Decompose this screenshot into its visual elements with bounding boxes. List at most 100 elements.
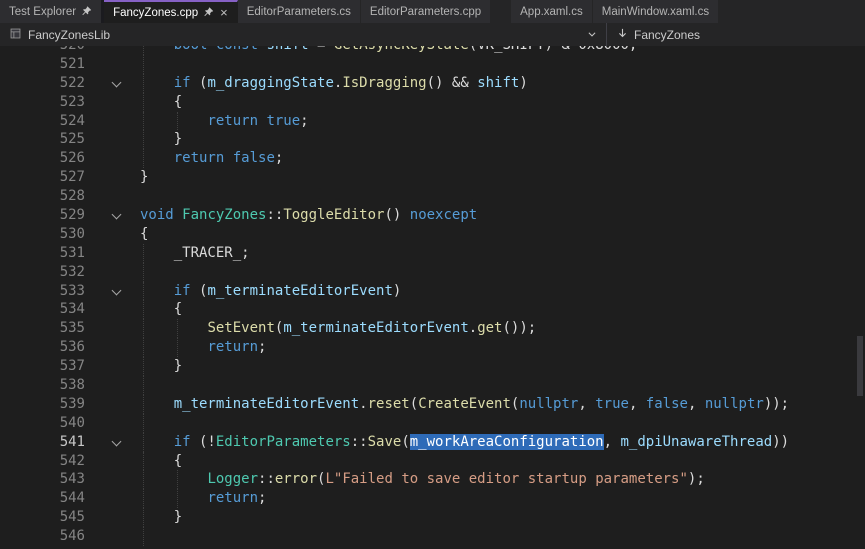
- code-text[interactable]: m_terminateEditorEvent.reset(CreateEvent…: [140, 395, 855, 414]
- token-pl: ;: [258, 490, 266, 506]
- line-number[interactable]: 543: [0, 470, 88, 489]
- close-icon[interactable]: ×: [220, 6, 228, 19]
- pin-icon[interactable]: [81, 6, 92, 17]
- token-pl: );: [688, 471, 705, 487]
- line-number[interactable]: 524: [0, 112, 88, 131]
- fold-margin: [88, 470, 140, 489]
- code-text[interactable]: return true;: [140, 112, 855, 131]
- tab-EditorParameters.cpp[interactable]: EditorParameters.cpp: [361, 0, 491, 23]
- fold-margin: [88, 300, 140, 319]
- code-text[interactable]: [140, 187, 855, 206]
- code-text[interactable]: SetEvent(m_terminateEditorEvent.get());: [140, 319, 855, 338]
- scrollbar-thumb[interactable]: [857, 336, 863, 396]
- line-number[interactable]: 523: [0, 93, 88, 112]
- chevron-down-icon[interactable]: [112, 285, 122, 295]
- tab-App.xaml.cs[interactable]: App.xaml.cs: [511, 0, 593, 23]
- code-line-521: 521: [0, 55, 855, 74]
- fold-margin[interactable]: [88, 74, 140, 93]
- token-kw: bool: [174, 46, 208, 53]
- code-line-543: 543 Logger::error(L"Failed to save edito…: [0, 470, 855, 489]
- vertical-scrollbar[interactable]: [855, 46, 865, 549]
- code-text[interactable]: if (m_draggingState.IsDragging() && shif…: [140, 74, 855, 93]
- code-text[interactable]: }: [140, 357, 855, 376]
- code-tokens: Logger::error(L"Failed to save editor st…: [140, 471, 705, 487]
- token-pl: }: [140, 131, 182, 147]
- tab-MainWindow.xaml.cs[interactable]: MainWindow.xaml.cs: [593, 0, 719, 23]
- code-text[interactable]: return;: [140, 489, 855, 508]
- line-number[interactable]: 546: [0, 527, 88, 546]
- project-scope-dropdown[interactable]: FancyZonesLib: [0, 23, 606, 46]
- line-number[interactable]: 529: [0, 206, 88, 225]
- line-number[interactable]: 540: [0, 414, 88, 433]
- line-number[interactable]: 532: [0, 263, 88, 282]
- token-pl: [140, 471, 207, 487]
- member-scope-dropdown[interactable]: FancyZones: [607, 23, 865, 46]
- fold-margin[interactable]: [88, 433, 140, 452]
- fold-margin: [88, 112, 140, 131]
- line-number[interactable]: 541: [0, 433, 88, 452]
- code-text[interactable]: [140, 527, 855, 546]
- code-text[interactable]: [140, 263, 855, 282]
- line-number[interactable]: 545: [0, 508, 88, 527]
- code-text[interactable]: {: [140, 300, 855, 319]
- code-text[interactable]: {: [140, 93, 855, 112]
- chevron-down-icon[interactable]: [112, 210, 122, 220]
- token-kw: nullptr: [519, 396, 578, 412]
- chevron-down-icon[interactable]: [112, 436, 122, 446]
- tab-Test Explorer[interactable]: Test Explorer: [0, 0, 104, 23]
- code-text[interactable]: return false;: [140, 149, 855, 168]
- code-text[interactable]: void FancyZones::ToggleEditor() noexcept: [140, 206, 855, 225]
- navigation-bar: FancyZonesLib FancyZones: [0, 23, 865, 46]
- token-pl: ;: [241, 245, 249, 261]
- pin-icon[interactable]: [203, 7, 214, 18]
- code-text[interactable]: [140, 414, 855, 433]
- code-text[interactable]: }: [140, 168, 855, 187]
- code-text[interactable]: [140, 376, 855, 395]
- line-number[interactable]: 525: [0, 130, 88, 149]
- code-text[interactable]: {: [140, 452, 855, 471]
- line-number[interactable]: 534: [0, 300, 88, 319]
- line-number[interactable]: 538: [0, 376, 88, 395]
- line-number[interactable]: 521: [0, 55, 88, 74]
- fold-margin: [88, 527, 140, 546]
- chevron-down-icon[interactable]: [112, 77, 122, 87]
- line-number[interactable]: 535: [0, 319, 88, 338]
- tab-label: MainWindow.xaml.cs: [602, 6, 709, 18]
- line-number[interactable]: 544: [0, 489, 88, 508]
- tab-FancyZones.cpp[interactable]: FancyZones.cpp ×: [104, 0, 238, 23]
- token-va: m_dpiUnawareThread: [620, 434, 772, 450]
- line-number[interactable]: 539: [0, 395, 88, 414]
- code-text[interactable]: }: [140, 508, 855, 527]
- token-kw: false: [646, 396, 688, 412]
- token-pl: ());: [502, 320, 536, 336]
- line-number[interactable]: 536: [0, 338, 88, 357]
- token-pl: =: [309, 46, 334, 53]
- code-text[interactable]: if (m_terminateEditorEvent): [140, 282, 855, 301]
- token-mc: _TRACER_: [174, 245, 241, 261]
- fold-margin: [88, 149, 140, 168]
- line-number[interactable]: 542: [0, 452, 88, 471]
- tab-EditorParameters.cs[interactable]: EditorParameters.cs: [238, 0, 361, 23]
- line-number[interactable]: 533: [0, 282, 88, 301]
- line-number[interactable]: 531: [0, 244, 88, 263]
- line-number[interactable]: 537: [0, 357, 88, 376]
- line-number[interactable]: 528: [0, 187, 88, 206]
- code-text[interactable]: return;: [140, 338, 855, 357]
- fold-margin[interactable]: [88, 206, 140, 225]
- line-number[interactable]: 520: [0, 46, 88, 55]
- fold-margin[interactable]: [88, 282, 140, 301]
- line-number[interactable]: 527: [0, 168, 88, 187]
- token-pl: [140, 75, 174, 91]
- token-kw: true: [266, 113, 300, 129]
- code-text[interactable]: }: [140, 130, 855, 149]
- code-text[interactable]: [140, 55, 855, 74]
- code-text[interactable]: _TRACER_;: [140, 244, 855, 263]
- line-number[interactable]: 526: [0, 149, 88, 168]
- code-text[interactable]: {: [140, 225, 855, 244]
- code-text[interactable]: Logger::error(L"Failed to save editor st…: [140, 470, 855, 489]
- line-number[interactable]: 522: [0, 74, 88, 93]
- code-text[interactable]: bool const shift = GetAsyncKeyState(VK_S…: [140, 46, 855, 55]
- token-pl: [140, 113, 207, 129]
- line-number[interactable]: 530: [0, 225, 88, 244]
- code-text[interactable]: if (!EditorParameters::Save(m_workAreaCo…: [140, 433, 855, 452]
